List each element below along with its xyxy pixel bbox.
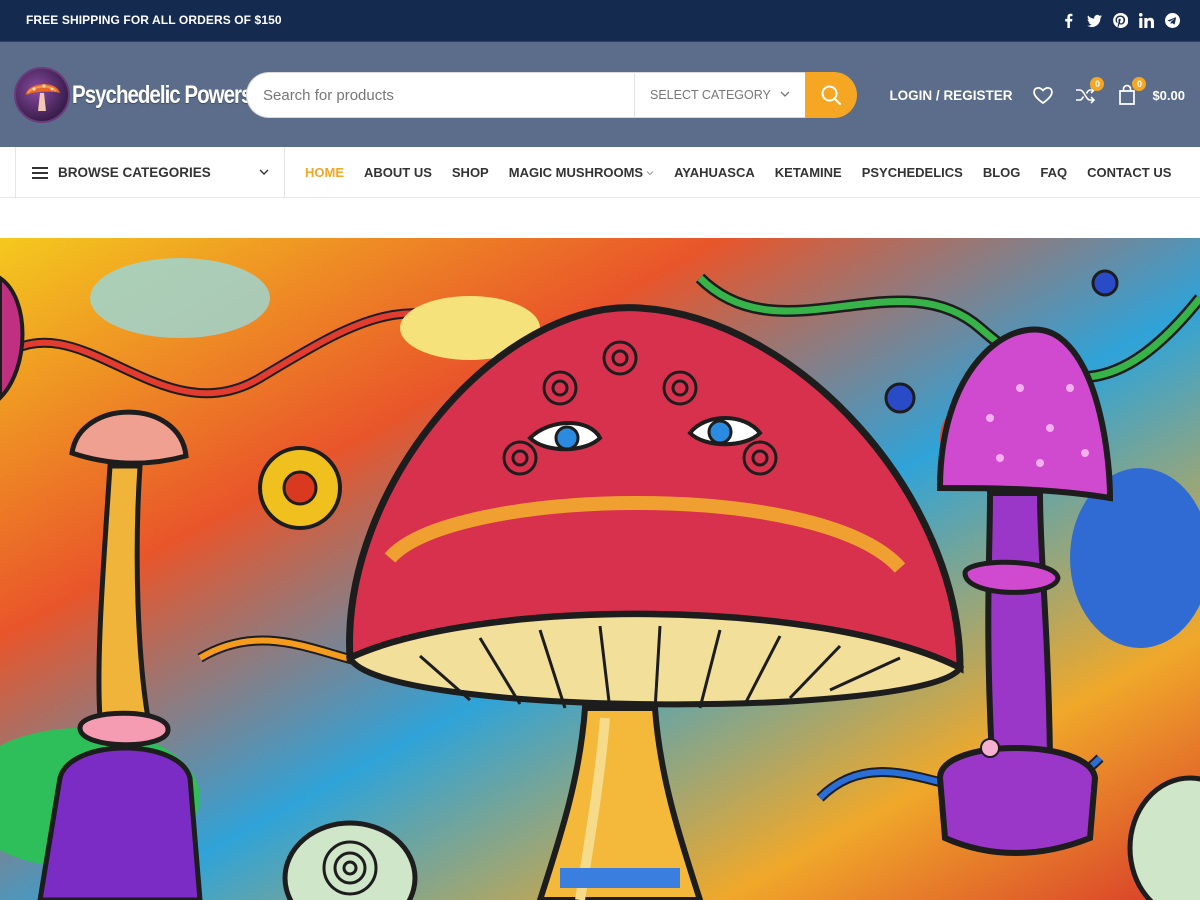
- social-links: [1060, 0, 1180, 41]
- login-register-link[interactable]: LOGIN / REGISTER: [889, 88, 1012, 103]
- cart-count-badge: 0: [1132, 77, 1147, 91]
- linkedin-icon[interactable]: [1138, 13, 1154, 29]
- compare-button[interactable]: 0: [1074, 77, 1105, 106]
- chevron-down-icon: [780, 91, 790, 97]
- search-button[interactable]: [805, 72, 857, 118]
- pinterest-icon[interactable]: [1112, 13, 1128, 29]
- nav-about-us[interactable]: ABOUT US: [364, 165, 432, 180]
- top-bar: FREE SHIPPING FOR ALL ORDERS OF $150: [0, 0, 1200, 42]
- main-navigation-bar: BROWSE CATEGORIES HOME ABOUT US SHOP MAG…: [0, 147, 1200, 198]
- nav-contact-us[interactable]: CONTACT US: [1087, 165, 1171, 180]
- search-form: SELECT CATEGORY: [246, 72, 857, 118]
- facebook-icon[interactable]: [1060, 13, 1076, 29]
- heart-icon: [1033, 87, 1054, 105]
- hero-banner-image: [0, 238, 1200, 900]
- nav-home[interactable]: HOME: [305, 165, 344, 180]
- nav-magic-mushrooms-label: MAGIC MUSHROOMS: [508, 165, 644, 180]
- nav-psychedelics[interactable]: PSYCHEDELICS: [862, 165, 963, 180]
- nav-faq[interactable]: FAQ: [1040, 165, 1067, 180]
- nav-ketamine[interactable]: KETAMINE: [775, 165, 842, 180]
- compare-count-badge: 0: [1090, 77, 1105, 91]
- site-header: Psychedelic Powers SELECT CATEGORY LOGIN…: [0, 42, 1200, 147]
- hamburger-icon: [32, 166, 48, 179]
- logo-wordmark: Psychedelic Powers: [72, 80, 252, 109]
- search-icon: [821, 85, 842, 106]
- header-actions: LOGIN / REGISTER 0 0 $0.00: [889, 72, 1185, 118]
- mushroom-logo-icon: [14, 67, 70, 123]
- main-menu: HOME ABOUT US SHOP MAGIC MUSHROOMS AYAHU…: [305, 147, 1191, 198]
- nav-shop[interactable]: SHOP: [452, 165, 489, 180]
- search-input[interactable]: [246, 72, 634, 118]
- twitter-icon[interactable]: [1086, 13, 1102, 29]
- nav-ayahuasca[interactable]: AYAHUASCA: [674, 165, 755, 180]
- shipping-promo-text: FREE SHIPPING FOR ALL ORDERS OF $150: [26, 13, 282, 27]
- cart-total: $0.00: [1152, 87, 1185, 103]
- telegram-icon[interactable]: [1164, 13, 1180, 29]
- wishlist-button[interactable]: [1032, 84, 1054, 106]
- browse-categories-label: BROWSE CATEGORIES: [58, 165, 211, 180]
- psychedelic-mushroom-illustration: [0, 238, 1200, 900]
- cart-button[interactable]: 0 $0.00: [1116, 77, 1185, 106]
- browse-categories-button[interactable]: BROWSE CATEGORIES: [15, 147, 285, 198]
- category-select-label: SELECT CATEGORY: [650, 88, 771, 102]
- nav-magic-mushrooms[interactable]: MAGIC MUSHROOMS: [509, 165, 654, 180]
- nav-blog[interactable]: BLOG: [983, 165, 1021, 180]
- chevron-down-icon: [259, 169, 269, 175]
- category-select[interactable]: SELECT CATEGORY: [634, 72, 805, 118]
- chevron-down-icon: [646, 170, 654, 175]
